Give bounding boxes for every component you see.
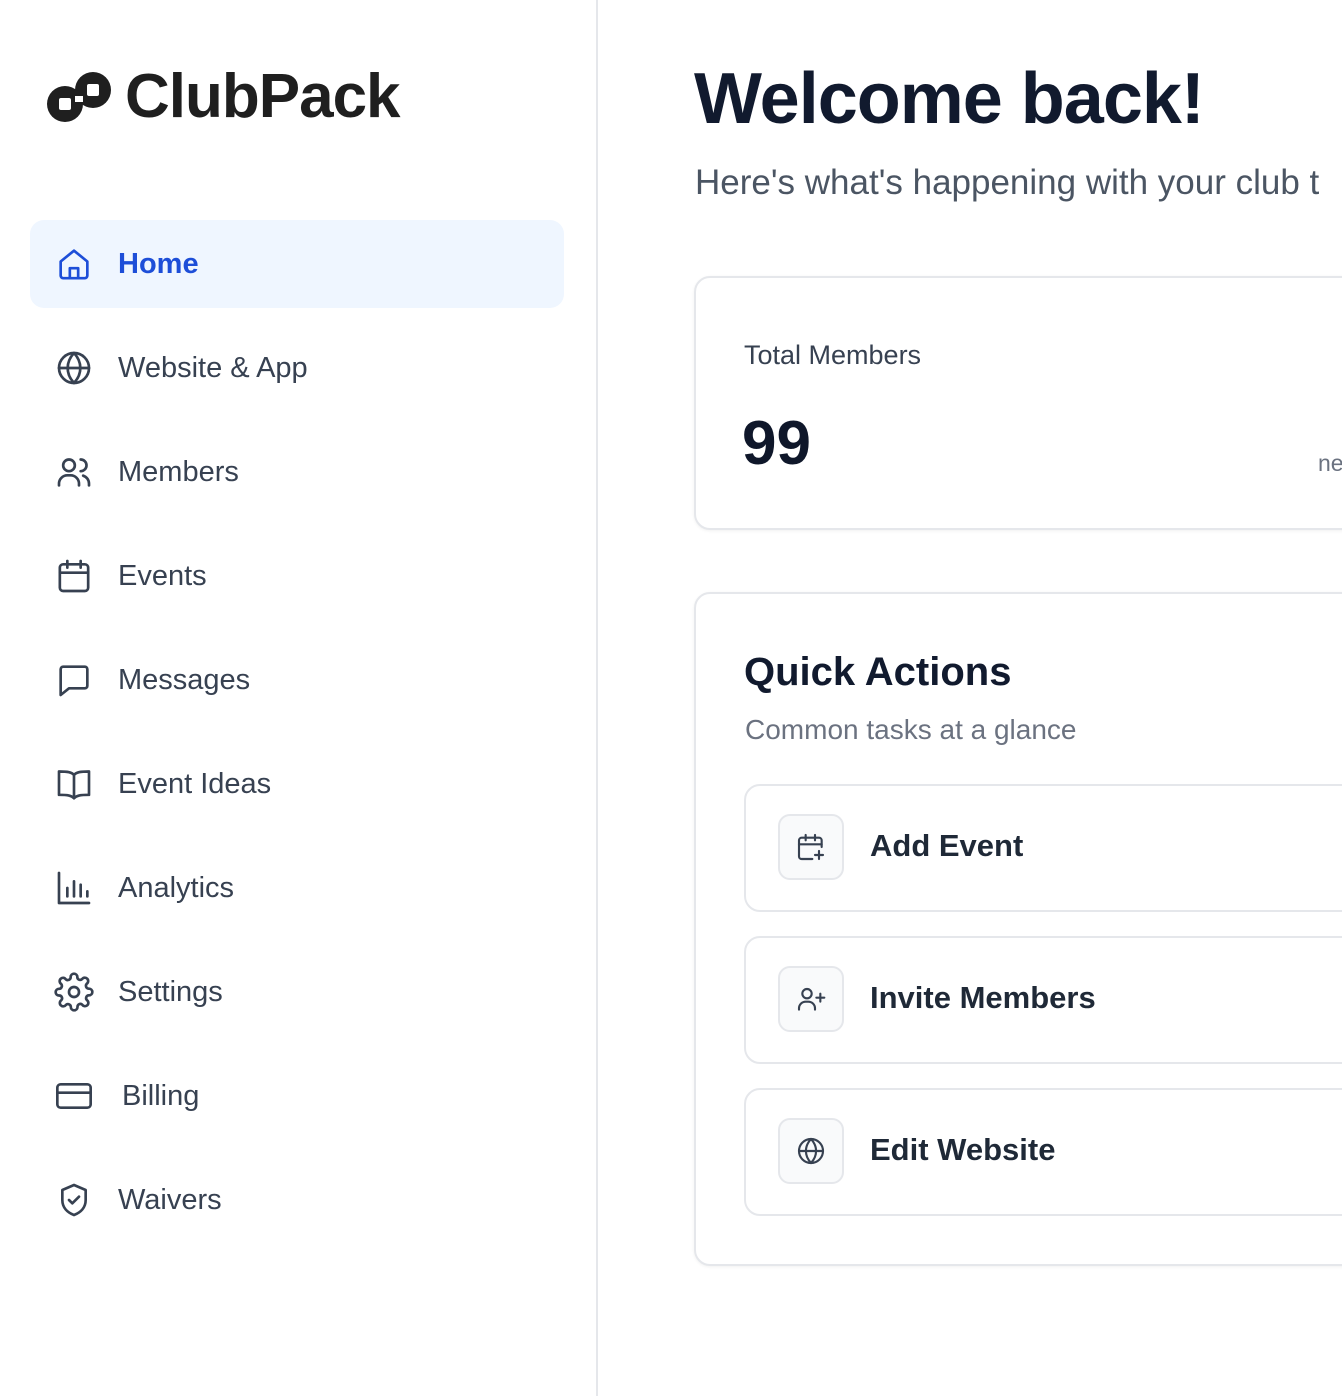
total-members-card: Total Members 99 ne xyxy=(694,276,1342,530)
home-icon xyxy=(54,244,94,284)
stat-value: 99 xyxy=(742,409,811,478)
quick-action-label: Edit Website xyxy=(870,1132,1056,1167)
sidebar-item-website-app[interactable]: Website & App xyxy=(30,324,564,412)
brand-name: ClubPack xyxy=(125,62,401,131)
globe-icon xyxy=(54,348,94,388)
sidebar-item-label: Website & App xyxy=(118,351,308,384)
bar-chart-icon xyxy=(54,868,94,908)
gear-icon xyxy=(54,972,94,1012)
sidebar-item-label: Settings xyxy=(118,975,223,1008)
sidebar-nav: Home Website & App Members Events Messag… xyxy=(30,220,564,1260)
page-subtitle: Here's what's happening with your club t xyxy=(695,163,1320,202)
sidebar-item-event-ideas[interactable]: Event Ideas xyxy=(30,740,564,828)
user-plus-icon xyxy=(778,966,844,1032)
sidebar-item-events[interactable]: Events xyxy=(30,532,564,620)
sidebar-item-settings[interactable]: Settings xyxy=(30,948,564,1036)
sidebar-item-label: Home xyxy=(118,247,199,280)
shield-check-icon xyxy=(54,1180,94,1220)
page-title: Welcome back! xyxy=(694,59,1205,139)
sidebar-item-home[interactable]: Home xyxy=(30,220,564,308)
stat-label: Total Members xyxy=(744,340,922,370)
clubpack-logo-icon xyxy=(47,72,111,122)
add-event-button[interactable]: Add Event xyxy=(744,784,1342,912)
quick-actions-title: Quick Actions xyxy=(744,650,1012,694)
sidebar: ClubPack Home Website & App Members Even… xyxy=(0,0,598,1396)
sidebar-item-analytics[interactable]: Analytics xyxy=(30,844,564,932)
app-root: ClubPack Home Website & App Members Even… xyxy=(0,0,1342,1396)
users-icon xyxy=(54,452,94,492)
sidebar-item-label: Event Ideas xyxy=(118,767,272,800)
credit-card-icon xyxy=(54,1076,94,1116)
sidebar-item-billing[interactable]: Billing xyxy=(30,1052,564,1140)
book-open-icon xyxy=(54,764,94,804)
sidebar-item-label: Members xyxy=(118,455,239,488)
globe-icon xyxy=(778,1118,844,1184)
sidebar-item-label: Waivers xyxy=(118,1183,222,1216)
calendar-plus-icon xyxy=(778,814,844,880)
quick-actions-card: Quick Actions Common tasks at a glance A… xyxy=(694,592,1342,1266)
quick-action-label: Invite Members xyxy=(870,980,1096,1015)
quick-action-label: Add Event xyxy=(870,828,1024,863)
edit-website-button[interactable]: Edit Website xyxy=(744,1088,1342,1216)
main-content: Welcome back! Here's what's happening wi… xyxy=(598,0,1342,1396)
sidebar-item-label: Events xyxy=(118,559,207,592)
quick-actions-subtitle: Common tasks at a glance xyxy=(745,714,1077,745)
sidebar-item-messages[interactable]: Messages xyxy=(30,636,564,724)
message-square-icon xyxy=(54,660,94,700)
calendar-icon xyxy=(54,556,94,596)
stat-extra-text: ne xyxy=(1318,450,1342,476)
sidebar-item-members[interactable]: Members xyxy=(30,428,564,516)
sidebar-item-waivers[interactable]: Waivers xyxy=(30,1156,564,1244)
invite-members-button[interactable]: Invite Members xyxy=(744,936,1342,1064)
sidebar-item-label: Billing xyxy=(122,1079,200,1112)
brand-logo[interactable]: ClubPack xyxy=(45,62,401,132)
sidebar-item-label: Messages xyxy=(118,663,251,696)
sidebar-item-label: Analytics xyxy=(118,871,235,904)
